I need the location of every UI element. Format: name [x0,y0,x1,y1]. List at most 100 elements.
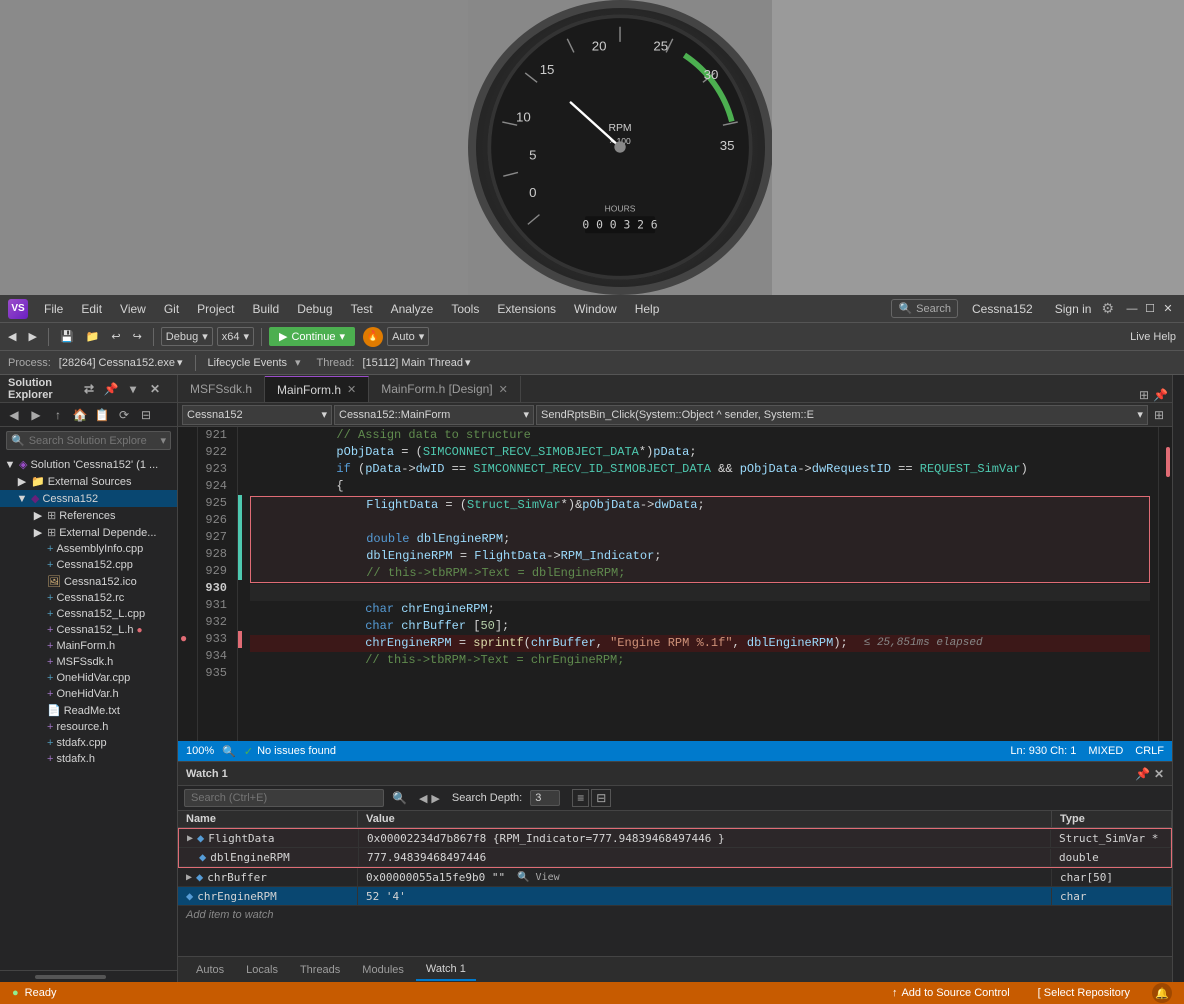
watch-option-1[interactable]: ≡ [572,789,589,807]
collapse-all-btn[interactable]: ⊟ [136,405,156,425]
toolbar-btn-1[interactable]: ◀ [4,405,24,425]
ref-expand-icon[interactable]: ▶ [32,509,44,522]
tree-onehidvarh[interactable]: + OneHidVar.h [0,686,177,702]
tree-readme[interactable]: 📄 ReadMe.txt [0,702,177,719]
close-panel-btn[interactable]: ✕ [145,379,165,399]
tree-stdafxcpp[interactable]: + stdafx.cpp [0,735,177,751]
tree-stdafxh[interactable]: + stdafx.h [0,751,177,767]
watch-row-flightdata[interactable]: ▶ ◆ FlightData 0x00002234d7b867f8 {RPM_I… [179,829,1171,848]
toolbar-live-help[interactable]: Live Help [1126,329,1180,345]
ext-deps-expand-icon[interactable]: ▶ [32,526,44,539]
process-dropdown[interactable]: [28264] Cessna152.exe ▾ [59,356,183,369]
toolbar-undo[interactable]: ↩ [107,328,124,345]
platform-dropdown[interactable]: x64 ▾ [217,327,254,346]
pin-btn[interactable]: 📌 [101,379,121,399]
pin-tab-icon[interactable]: 📌 [1153,388,1168,402]
continue-button[interactable]: ▶ Continue ▾ [269,327,355,346]
watch-row-chrbuffer[interactable]: ▶ ◆ chrBuffer 0x00000055a15fe9b0 "" 🔍 Vi… [178,868,1172,887]
split-editor-icon[interactable]: ⊞ [1139,388,1149,402]
nav-expand-icon[interactable]: ⊞ [1150,406,1168,424]
solution-search-box[interactable]: 🔍 ▾ [6,431,171,450]
notification-icon[interactable]: 🔔 [1152,983,1172,1003]
class-dropdown[interactable]: Cessna152 ▾ [182,405,332,425]
menu-edit[interactable]: Edit [73,299,110,319]
menu-window[interactable]: Window [566,299,625,319]
tab-mainformh-close[interactable]: ✕ [347,383,356,396]
solution-search-input[interactable] [29,435,157,447]
expand-icon-0[interactable]: ▶ [187,833,193,844]
tab-modules[interactable]: Modules [352,960,414,980]
settings-icon[interactable]: ⚙ [1101,300,1114,317]
nav-prev-icon[interactable]: ◀ [419,792,427,805]
watch-pin-icon[interactable]: 📌 [1135,767,1150,781]
solution-expand-icon[interactable]: ▼ [4,459,16,471]
menu-test[interactable]: Test [343,299,381,319]
toolbar-btn-3[interactable]: ↑ [48,405,68,425]
add-to-source-control-button[interactable]: ↑ Add to Source Control [886,985,1016,1001]
watch-row-dblenginerpm[interactable]: ◆ dblEngineRPM 777.94839468497446 double [179,848,1171,867]
toolbar-save[interactable]: 💾 [56,328,78,345]
menu-extensions[interactable]: Extensions [489,299,564,319]
menu-search-box[interactable]: 🔍 Search [891,299,958,318]
watch-search-btn[interactable]: 🔍 [392,791,407,805]
scroll-minimap[interactable] [1158,427,1172,741]
select-repository-button[interactable]: [ Select Repository [1032,985,1136,1001]
tab-threads[interactable]: Threads [290,960,350,980]
tab-autos[interactable]: Autos [186,960,234,980]
watch-row-chrenginerpm[interactable]: ◆ chrEngineRPM 52 '4' char [178,887,1172,906]
tab-locals[interactable]: Locals [236,960,288,980]
tree-msfssdkh[interactable]: + MSFSsdk.h [0,654,177,670]
tree-ext-deps[interactable]: ▶ ⊞ External Depende... [0,524,177,541]
tree-onehidvarcpp[interactable]: + OneHidVar.cpp [0,670,177,686]
tree-cessna152lcpp[interactable]: + Cessna152_L.cpp [0,606,177,622]
menu-analyze[interactable]: Analyze [383,299,442,319]
tree-mainformh[interactable]: + MainForm.h [0,638,177,654]
maximize-button[interactable]: ☐ [1142,302,1158,316]
tab-watch1[interactable]: Watch 1 [416,959,476,981]
toolbar-open[interactable]: 📁 [82,328,104,345]
sync-btn[interactable]: ⇄ [79,379,99,399]
method-dropdown[interactable]: Cessna152::MainForm ▾ [334,405,534,425]
solution-node[interactable]: ▼ ◈ Solution 'Cessna152' (1 ... [0,456,177,473]
tree-cessna152cpp[interactable]: + Cessna152.cpp [0,557,177,573]
watch-add-item[interactable]: Add item to watch [178,906,1172,924]
menu-project[interactable]: Project [189,299,242,319]
menu-build[interactable]: Build [245,299,288,319]
solution-scrollbar[interactable] [0,970,177,982]
tree-resourceh[interactable]: + resource.h [0,719,177,735]
project-node[interactable]: ▼ ◆ Cessna152 [0,490,177,507]
toolbar-btn-4[interactable]: 🏠 [70,405,90,425]
tab-mainformh[interactable]: MainForm.h ✕ [265,376,369,402]
menu-file[interactable]: File [36,299,71,319]
menu-debug[interactable]: Debug [289,299,340,319]
tree-cessna152lh[interactable]: + Cessna152_L.h ● [0,622,177,638]
close-button[interactable]: ✕ [1160,302,1176,316]
minimize-button[interactable]: — [1124,302,1140,316]
tab-mainformh-design[interactable]: MainForm.h [Design] ✕ [369,376,521,402]
ext-expand-icon[interactable]: ▶ [16,475,28,488]
watch-close-icon[interactable]: ✕ [1154,767,1164,781]
search-depth-input[interactable] [530,790,560,806]
menu-view[interactable]: View [112,299,154,319]
tab-design-close[interactable]: ✕ [499,383,508,396]
search-options-icon[interactable]: ▾ [160,434,166,447]
watch-search-input[interactable] [184,789,384,807]
toolbar-back[interactable]: ◀ [4,328,20,345]
tree-references[interactable]: ▶ ⊞ References [0,507,177,524]
expand-icon-2[interactable]: ▶ [186,872,192,883]
proj-expand-icon[interactable]: ▼ [16,493,28,505]
menu-git[interactable]: Git [156,299,187,319]
debug-config-dropdown[interactable]: Debug ▾ [161,327,213,346]
external-sources-node[interactable]: ▶ 📁 External Sources [0,473,177,490]
member-dropdown[interactable]: SendRptsBin_Click(System::Object ^ sende… [536,405,1148,425]
tree-cessna152rc[interactable]: + Cessna152.rc [0,590,177,606]
tab-msfssdkh[interactable]: MSFSsdk.h [178,376,265,402]
thread-dropdown[interactable]: [15112] Main Thread ▾ [362,356,470,369]
chevron-panel-icon[interactable]: ▾ [123,379,143,399]
toolbar-forward[interactable]: ▶ [24,328,40,345]
tree-assemblyinfo[interactable]: + AssemblyInfo.cpp [0,541,177,557]
menu-help[interactable]: Help [627,299,668,319]
tree-cessna152ico[interactable]: 🖼 Cessna152.ico [0,573,177,590]
auto-dropdown[interactable]: Auto ▾ [387,327,429,346]
nav-next-icon[interactable]: ▶ [431,792,439,805]
